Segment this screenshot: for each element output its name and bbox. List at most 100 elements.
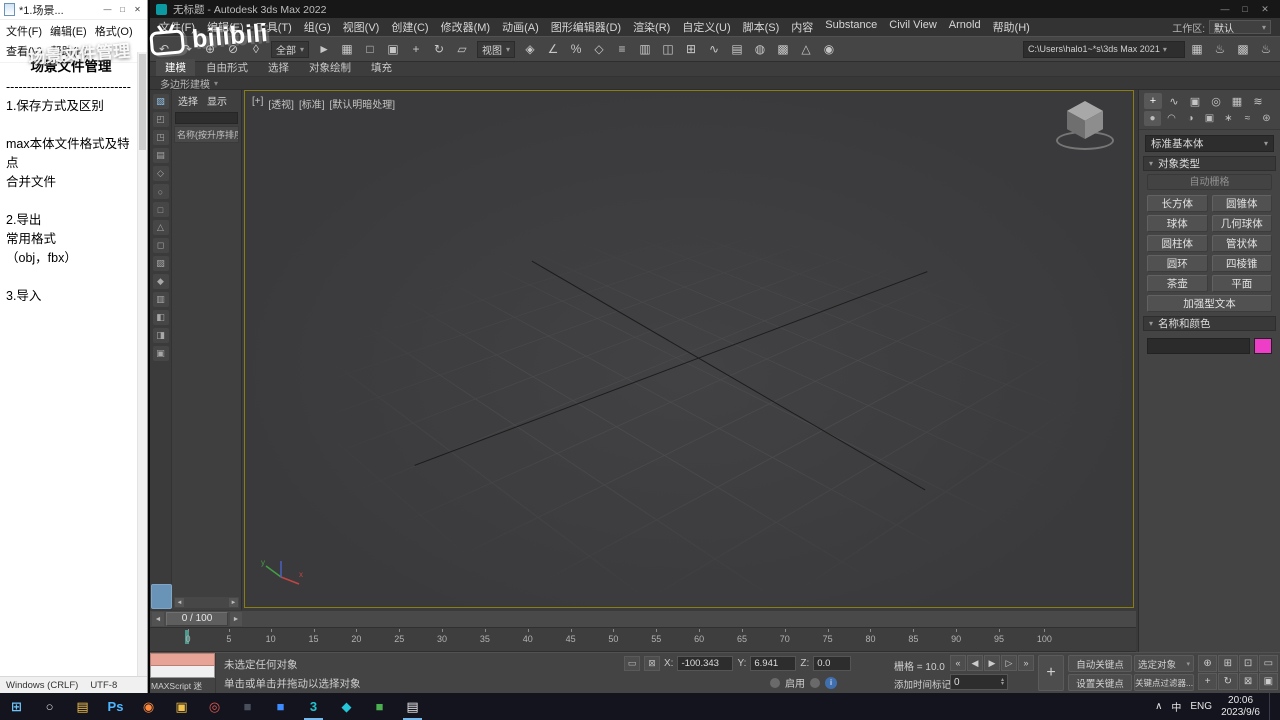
toolbar-icon[interactable]: ∿ xyxy=(703,38,725,60)
menu-item[interactable]: 组(G) xyxy=(298,19,337,35)
y-coordinate-field[interactable]: 6.941 xyxy=(750,656,797,671)
toolbar-icon[interactable]: ▦ xyxy=(336,38,358,60)
primitive-category-dropdown[interactable]: 标准基本体 xyxy=(1145,135,1274,152)
toolbar-icon[interactable]: ↶ xyxy=(153,38,175,60)
rollout-object-type[interactable]: 对象类型 xyxy=(1143,156,1276,171)
time-slider[interactable]: 0 / 100 xyxy=(166,612,228,626)
ribbon-tab[interactable]: 选择 xyxy=(259,59,298,76)
taskbar-app-icon[interactable]: ◎ xyxy=(198,693,231,720)
create-category-icon[interactable]: ⊛ xyxy=(1258,111,1275,126)
window-control-button[interactable]: — xyxy=(100,1,115,19)
toolbar-icon[interactable]: ► xyxy=(313,38,335,60)
taskbar-app-icon[interactable]: ■ xyxy=(264,693,297,720)
taskbar-app-icon[interactable]: ▤ xyxy=(396,693,429,720)
viewport-nav-icon[interactable]: ⊠ xyxy=(1238,673,1258,690)
project-folder-field[interactable]: C:\Users\halo1~*s\3ds Max 2021 xyxy=(1023,40,1185,58)
timeline-ruler[interactable]: 0 5 10 15 20 25 30 35 40 45 50 55 60 65 70 75 80 85 90 95 10… xyxy=(150,628,1136,652)
next-frame-button[interactable] xyxy=(230,612,242,626)
taskbar-app-icon[interactable]: ◆ xyxy=(330,693,363,720)
playback-button[interactable]: ▷ xyxy=(1001,655,1017,671)
z-coordinate-field[interactable]: 0.0 xyxy=(813,656,852,671)
menu-item[interactable]: 文件(F) xyxy=(2,21,46,41)
menu-item[interactable]: 帮助(H) xyxy=(987,19,1036,35)
create-category-icon[interactable]: ◠ xyxy=(1163,111,1180,126)
key-filters-button[interactable]: 关键点过滤器... xyxy=(1134,674,1194,691)
modeling-tool-icon[interactable]: □ xyxy=(152,202,169,217)
toolbar-icon[interactable]: ↻ xyxy=(428,38,450,60)
toolbar-icon[interactable]: ▱ xyxy=(451,38,473,60)
toolbar-icon[interactable]: ▣ xyxy=(382,38,404,60)
viewport-label-segment[interactable]: [+] xyxy=(252,96,263,111)
modeling-tool-icon[interactable]: ◳ xyxy=(152,130,169,145)
taskbar-app-icon[interactable]: ○ xyxy=(33,693,66,720)
command-panel-tab[interactable]: ≋ xyxy=(1249,93,1267,109)
modeling-tool-icon[interactable]: ▨ xyxy=(152,256,169,271)
toolbar-icon[interactable]: □ xyxy=(359,38,381,60)
menu-item[interactable]: 修改器(M) xyxy=(435,19,497,35)
playback-button[interactable]: ◀ xyxy=(967,655,983,671)
workspace-dropdown[interactable]: 默认 xyxy=(1209,20,1271,35)
modeling-tool-icon[interactable]: ○ xyxy=(152,184,169,199)
taskbar-app-icon[interactable]: ⊞ xyxy=(0,693,33,720)
explorer-search-field[interactable] xyxy=(175,112,238,124)
render-icon[interactable]: ♨ xyxy=(1209,38,1231,60)
clock[interactable]: 20:06 2023/9/6 xyxy=(1221,695,1260,719)
menu-item[interactable]: 动画(A) xyxy=(496,19,545,35)
viewport[interactable]: [+] [透视] [标准] [默认明暗处理] x y xyxy=(244,90,1134,608)
menu-item[interactable]: 图形编辑器(D) xyxy=(545,19,627,35)
explorer-menu-item[interactable]: 显示 xyxy=(207,93,227,108)
toolbar-icon[interactable]: % xyxy=(565,38,587,60)
menu-item[interactable]: 编辑(E) xyxy=(201,19,250,35)
primitive-button[interactable]: 平面 xyxy=(1211,275,1272,292)
playback-button[interactable]: « xyxy=(950,655,966,671)
toolbar-icon[interactable]: ◊ xyxy=(245,38,267,60)
viewcube[interactable] xyxy=(1053,99,1117,157)
toolbar-icon[interactable]: ◫ xyxy=(657,38,679,60)
modeling-tool-icon[interactable]: ▥ xyxy=(152,292,169,307)
command-panel-tab[interactable]: + xyxy=(1144,93,1162,109)
menu-item[interactable]: 文件(F) xyxy=(153,19,201,35)
render-icon[interactable]: ▩ xyxy=(1232,38,1254,60)
toolbar-icon[interactable]: ▥ xyxy=(634,38,656,60)
set-key-mode-button[interactable]: 设置关键点 xyxy=(1068,674,1132,691)
viewport-nav-icon[interactable]: ⊡ xyxy=(1238,655,1258,672)
time-slider-track[interactable]: 0 / 100 xyxy=(150,610,1136,628)
window-control-button[interactable]: □ xyxy=(1236,4,1254,15)
menu-item[interactable]: 自定义(U) xyxy=(676,19,736,35)
current-frame-field[interactable]: 0 xyxy=(950,674,1008,690)
primitive-button[interactable]: 球体 xyxy=(1147,215,1208,232)
ime-indicator[interactable]: 中 xyxy=(1171,699,1181,714)
primitive-button[interactable]: 管状体 xyxy=(1211,235,1272,252)
modeling-tool-icon[interactable]: ◨ xyxy=(152,328,169,343)
viewport-nav-icon[interactable]: ⊕ xyxy=(1198,655,1218,672)
primitive-button[interactable]: 圆锥体 xyxy=(1211,195,1272,212)
create-category-icon[interactable]: ≈ xyxy=(1239,111,1256,126)
menu-item[interactable]: Substance xyxy=(819,19,883,35)
notepad-text-area[interactable]: 场景文件管理 ------------------------------ 1.保存… xyxy=(0,52,137,676)
viewport-label-segment[interactable]: [透视] xyxy=(268,96,294,111)
toggle-icon[interactable] xyxy=(810,677,820,688)
command-panel-tab[interactable]: ▦ xyxy=(1228,93,1246,109)
menu-item[interactable]: 视图(V) xyxy=(337,19,386,35)
viewcube-cube[interactable] xyxy=(1067,101,1103,139)
taskbar-app-icon[interactable]: ◉ xyxy=(132,693,165,720)
rollout-name-color[interactable]: 名称和颜色 xyxy=(1143,316,1276,331)
primitive-button-extended-text[interactable]: 加强型文本 xyxy=(1147,295,1272,312)
modeling-tool-icon[interactable]: ▧ xyxy=(152,94,169,109)
viewport-nav-icon[interactable]: ▭ xyxy=(1258,655,1278,672)
primitive-button[interactable]: 几何球体 xyxy=(1211,215,1272,232)
selection-filter-dropdown[interactable]: 全部 xyxy=(271,40,310,58)
spinner-arrows-icon[interactable] xyxy=(1001,678,1004,686)
tray-expand-chevron[interactable]: ∧ xyxy=(1155,701,1162,712)
modeling-tool-icon[interactable]: ◇ xyxy=(152,166,169,181)
ribbon-tab[interactable]: 填充 xyxy=(362,59,401,76)
toolbar-icon[interactable]: ▩ xyxy=(772,38,794,60)
primitive-button[interactable]: 茶壶 xyxy=(1147,275,1208,292)
menu-item[interactable]: Arnold xyxy=(943,19,987,35)
window-control-button[interactable]: — xyxy=(1216,4,1234,15)
isolate-selection-icon[interactable]: ▭ xyxy=(624,656,640,671)
toolbar-icon[interactable]: ⊘ xyxy=(222,38,244,60)
viewport-nav-icon[interactable]: ▣ xyxy=(1258,673,1278,690)
modeling-tool-icon[interactable]: △ xyxy=(152,220,169,235)
modeling-tool-icon[interactable]: ▤ xyxy=(152,148,169,163)
